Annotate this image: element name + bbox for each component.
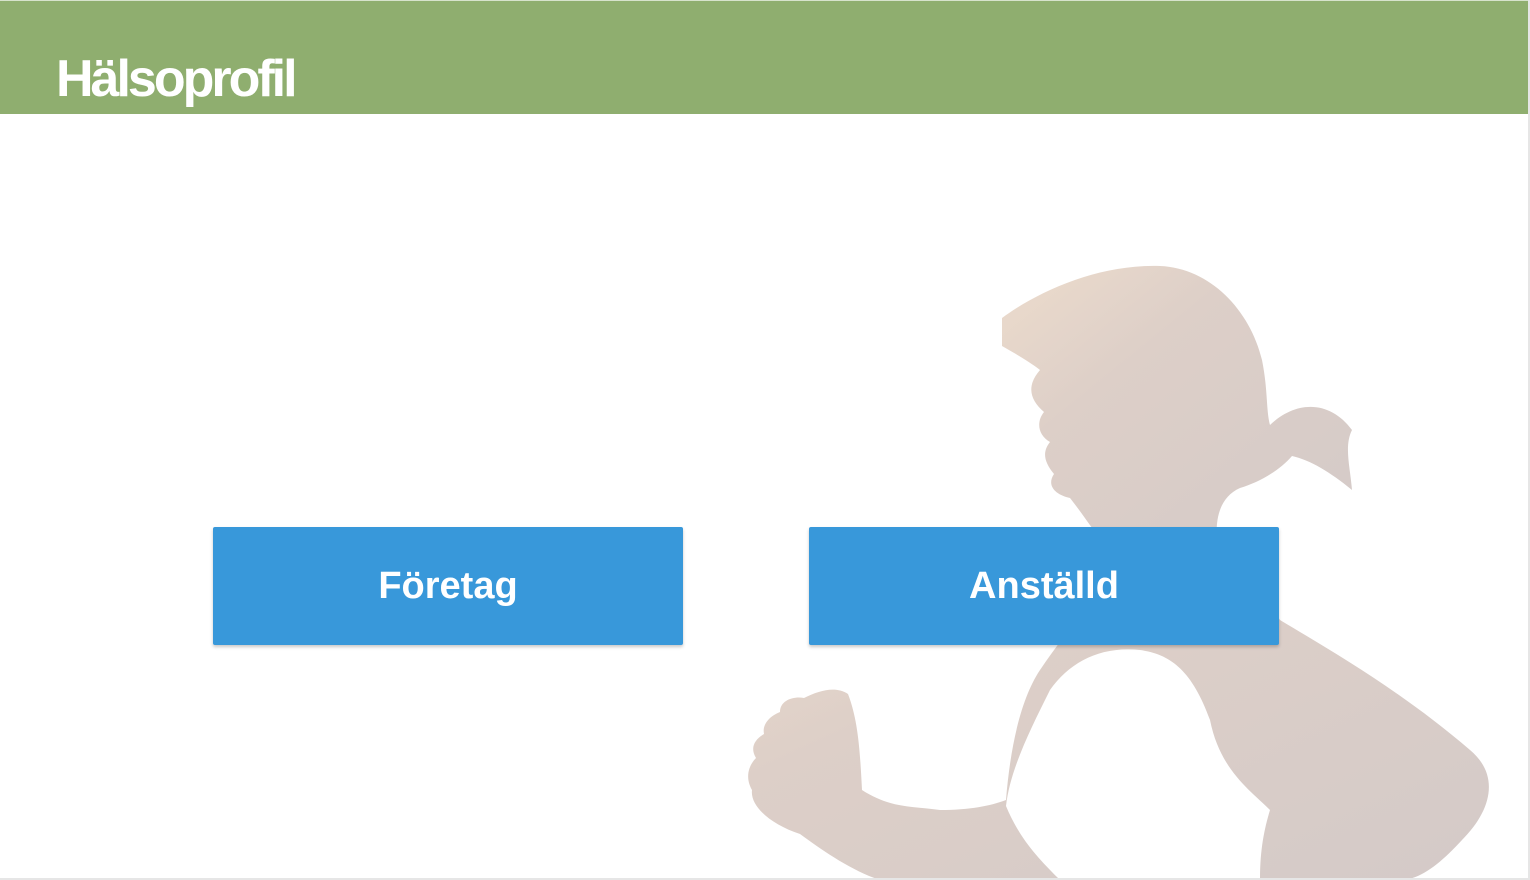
company-button[interactable]: Företag [213, 527, 683, 645]
app-title: Hälsoprofil [56, 50, 298, 108]
app-header: Hälsoprofil [0, 0, 1528, 114]
app-page: Hälsoprofil Företag Anställd [0, 0, 1530, 880]
employee-button[interactable]: Anställd [809, 527, 1279, 645]
